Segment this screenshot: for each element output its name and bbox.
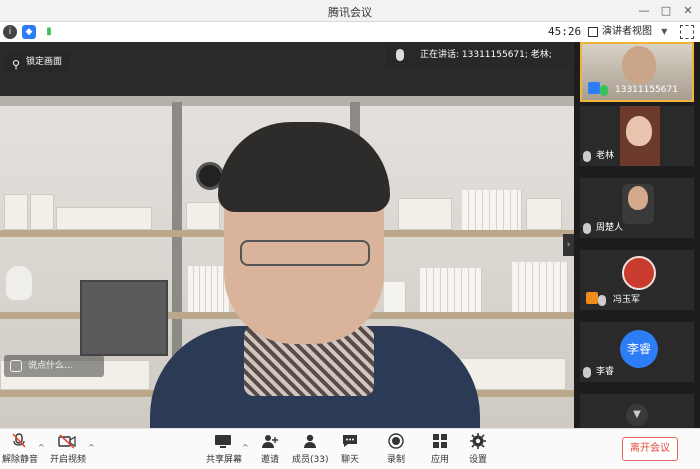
chat-button[interactable]: 聊天 — [338, 433, 362, 465]
participant-name: 13311155671 — [615, 85, 678, 95]
participant-sidebar: 13311155671 老林 周楚人 冯玉军 李睿 李睿 — [574, 42, 700, 428]
chat-icon — [10, 360, 22, 372]
share-screen-icon — [215, 435, 231, 448]
chat-icon — [343, 435, 357, 447]
start-video-button[interactable]: 开启视频 — [50, 433, 87, 465]
microphone-icon — [396, 49, 404, 61]
window-title: 腾讯会议 — [328, 6, 372, 19]
unmute-label: 解除静音 — [2, 455, 39, 465]
grid-view-icon — [588, 27, 598, 37]
participant-name: 周楚人 — [596, 223, 624, 233]
speaking-indicator: 正在讲话: 13311155671; 老林; — [386, 42, 572, 68]
participant-name: 李睿 — [596, 367, 615, 377]
apps-label: 应用 — [430, 455, 449, 465]
fullscreen-icon[interactable] — [680, 25, 694, 39]
record-button[interactable]: 录制 — [384, 433, 408, 465]
share-screen-label: 共享屏幕 — [206, 455, 243, 465]
chevron-up-icon[interactable]: ^ — [38, 443, 45, 452]
apps-button[interactable]: 应用 — [428, 433, 452, 465]
host-icon — [588, 82, 600, 94]
start-video-label: 开启视频 — [50, 455, 87, 465]
microphone-icon — [583, 223, 591, 234]
meeting-toolbar: 解除静音 ^ 开启视频 ^ 共享屏幕 ^ 邀请 成员(33) 聊天 录制 应用 … — [0, 428, 700, 469]
unmute-button[interactable]: 解除静音 — [2, 433, 39, 465]
participant-avatar: 李睿 — [620, 330, 658, 368]
minimize-icon[interactable]: — — [636, 3, 652, 19]
gear-icon — [470, 433, 486, 449]
participant-tile[interactable]: 周楚人 — [580, 178, 694, 238]
members-icon — [304, 434, 316, 448]
participant-tile[interactable]: 李睿 李睿 — [580, 322, 694, 382]
signal-icon[interactable]: ▮ — [42, 25, 56, 39]
video-off-icon — [58, 434, 76, 449]
scroll-down-icon[interactable]: ▼ — [626, 404, 648, 426]
invite-label: 邀请 — [260, 455, 279, 465]
chevron-down-icon: ▼ — [661, 27, 668, 36]
pin-icon: ⚲ — [12, 58, 21, 71]
participant-video — [626, 116, 652, 146]
participant-name: 冯玉军 — [613, 295, 641, 305]
seal-avatar — [622, 256, 656, 290]
apps-icon — [433, 434, 447, 448]
participant-name: 老林 — [596, 151, 615, 161]
chat-placeholder: 说点什么... — [28, 361, 73, 371]
speaker-glasses — [240, 240, 370, 266]
microphone-icon — [598, 295, 606, 306]
invite-button[interactable]: 邀请 — [256, 433, 284, 465]
members-button[interactable]: 成员(33) — [292, 433, 328, 465]
chevron-up-icon[interactable]: ^ — [242, 443, 249, 452]
background-monitor — [80, 280, 168, 356]
speaking-text: 正在讲话: 13311155671; 老林; — [420, 50, 552, 60]
participant-tile[interactable]: 13311155671 — [580, 42, 694, 102]
record-icon — [388, 433, 404, 449]
chat-label: 聊天 — [340, 455, 359, 465]
main-speaker-video: ⚲ 锁定画面 正在讲话: 13311155671; 老林; 说点什么... — [0, 42, 574, 428]
participant-tile[interactable]: 冯玉军 — [580, 250, 694, 310]
participant-tile[interactable]: 老林 — [580, 106, 694, 166]
info-icon[interactable]: i — [3, 25, 17, 39]
meeting-info-bar: i ◆ ▮ 45:26 演讲者视图 ▼ — [0, 22, 700, 42]
meeting-timer: 45:26 — [548, 25, 582, 38]
chat-input-bubble[interactable]: 说点什么... — [4, 355, 104, 377]
record-label: 录制 — [386, 455, 405, 465]
microphone-on-icon — [600, 85, 608, 96]
microphone-icon — [583, 367, 591, 378]
chevron-up-icon[interactable]: ^ — [88, 443, 95, 452]
share-screen-button[interactable]: 共享屏幕 — [206, 433, 243, 465]
microphone-muted-icon — [12, 433, 26, 448]
security-shield-icon[interactable]: ◆ — [22, 25, 36, 39]
view-mode-dropdown[interactable]: 演讲者视图 ▼ — [588, 23, 667, 41]
settings-button[interactable]: 设置 — [466, 433, 490, 465]
settings-label: 设置 — [468, 455, 487, 465]
view-mode-label: 演讲者视图 — [602, 26, 652, 37]
microphone-icon — [583, 151, 591, 162]
lock-view-button[interactable]: ⚲ 锁定画面 — [4, 52, 71, 72]
vase — [6, 266, 32, 300]
title-bar: 腾讯会议 — □ ✕ — [0, 0, 700, 22]
maximize-icon[interactable]: □ — [658, 3, 674, 19]
add-user-icon — [262, 435, 278, 448]
participant-video — [628, 186, 648, 210]
lock-view-label: 锁定画面 — [26, 57, 63, 67]
cohost-icon — [586, 292, 598, 304]
participant-video — [622, 46, 656, 84]
chevron-right-icon[interactable]: › — [563, 234, 574, 256]
leave-meeting-button[interactable]: 离开会议 — [622, 437, 678, 461]
close-icon[interactable]: ✕ — [680, 3, 696, 19]
members-label: 成员(33) — [292, 455, 329, 465]
